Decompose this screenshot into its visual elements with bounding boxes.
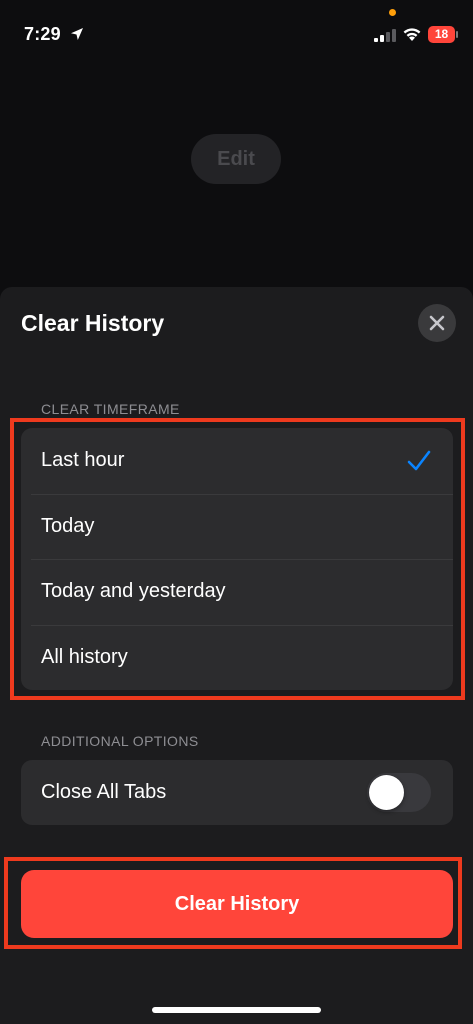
wifi-icon — [403, 28, 421, 41]
timeframe-option-all-history[interactable]: All history — [21, 624, 453, 691]
clear-history-sheet: Clear History CLEAR TIMEFRAME Last hour … — [0, 287, 473, 1024]
close-all-tabs-row: Close All Tabs — [21, 760, 453, 825]
privacy-indicator-dot — [389, 9, 396, 16]
toggle-knob — [369, 775, 404, 810]
location-arrow-icon — [71, 28, 83, 40]
checkmark-icon — [407, 450, 431, 471]
timeframe-option-last-hour[interactable]: Last hour — [21, 428, 453, 494]
option-label: Today and yesterday — [41, 580, 226, 603]
close-all-tabs-label: Close All Tabs — [41, 781, 167, 803]
screen: 7:29 18 Edit Clear History CLEAR TIMEFRA… — [0, 0, 473, 1024]
status-time: 7:29 — [24, 24, 61, 44]
clear-history-button[interactable]: Clear History — [21, 870, 453, 938]
option-label: Last hour — [41, 449, 125, 472]
home-indicator — [152, 1007, 321, 1013]
sheet-title: Clear History — [21, 310, 165, 336]
battery-icon: 18 — [428, 26, 458, 43]
additional-options-list: Close All Tabs — [21, 760, 453, 825]
additional-options-section-label: ADDITIONAL OPTIONS — [41, 733, 199, 749]
edit-button[interactable]: Edit — [191, 134, 281, 184]
close-icon — [429, 315, 445, 331]
battery-level: 18 — [434, 27, 449, 41]
timeframe-section-label: CLEAR TIMEFRAME — [41, 401, 180, 417]
option-label: All history — [41, 645, 128, 668]
timeframe-options-list: Last hour Today Today and yesterday All … — [21, 428, 453, 690]
timeframe-option-today[interactable]: Today — [21, 493, 453, 560]
close-button[interactable] — [418, 304, 456, 342]
battery-cap — [456, 31, 458, 38]
cellular-signal-icon — [374, 29, 396, 42]
status-bar: 7:29 18 — [0, 0, 473, 60]
option-label: Today — [41, 514, 95, 537]
timeframe-option-today-and-yesterday[interactable]: Today and yesterday — [21, 559, 453, 625]
close-all-tabs-toggle[interactable] — [367, 773, 431, 812]
